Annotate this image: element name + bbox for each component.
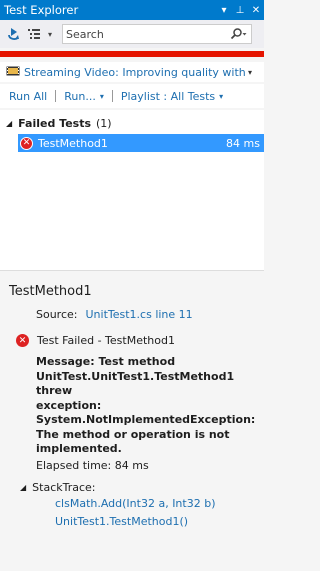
- group-title: Failed Tests: [18, 116, 92, 130]
- playlist-chevron-down-icon[interactable]: ▾: [219, 92, 223, 101]
- search-input[interactable]: [63, 25, 227, 43]
- stack-trace-header[interactable]: ◢ StackTrace:: [20, 481, 96, 494]
- window-title: Test Explorer: [4, 3, 79, 17]
- test-detail-pane: TestMethod1 Source: UnitTest1.cs line 11…: [0, 271, 264, 571]
- window-menu-dropdown-icon[interactable]: ▾: [216, 0, 232, 20]
- failed-icon: ✕: [16, 334, 29, 347]
- title-bar: Test Explorer ▾ ⊥ ✕: [0, 0, 264, 20]
- message-line: Message: Test method: [36, 355, 176, 368]
- stack-frame-link[interactable]: UnitTest1.TestMethod1(): [55, 515, 188, 528]
- run-all-link[interactable]: Run All: [9, 90, 47, 103]
- run-chevron-down-icon[interactable]: ▾: [100, 92, 104, 101]
- failed-tests-group[interactable]: ◢ Failed Tests (1): [0, 114, 264, 132]
- separator: [111, 90, 113, 102]
- message-line: System.NotImplementedException:: [36, 413, 256, 426]
- search-box: [62, 24, 252, 44]
- test-row[interactable]: ✕ TestMethod1 84 ms: [18, 134, 264, 152]
- message-line: The method or operation is not: [36, 427, 230, 441]
- stack-frame-link[interactable]: clsMath.Add(Int32 a, Int32 b): [55, 497, 216, 510]
- collapse-triangle-icon[interactable]: ◢: [20, 483, 26, 492]
- chevron-down-icon[interactable]: ▾: [248, 68, 252, 77]
- group-count: (1): [96, 116, 112, 130]
- test-duration: 84 ms: [226, 136, 260, 150]
- message-line: UnitTest.UnitTest1.TestMethod1 threw: [36, 369, 235, 398]
- group-by-dropdown-icon[interactable]: ▾: [44, 24, 56, 44]
- separator: [55, 90, 57, 102]
- test-status-bar: [0, 51, 264, 57]
- run-dropdown[interactable]: Run...: [64, 90, 96, 103]
- failed-icon: ✕: [20, 136, 33, 150]
- playlist-banner[interactable]: Streaming Video: Improving quality with …: [0, 62, 264, 82]
- toolbar: ▾: [0, 20, 264, 48]
- pin-icon[interactable]: ⊥: [232, 0, 248, 20]
- detail-source: Source: UnitTest1.cs line 11: [36, 308, 193, 321]
- message-line: implemented.: [36, 442, 122, 455]
- elapsed-time: Elapsed time: 84 ms: [36, 459, 149, 472]
- expand-triangle-icon[interactable]: ◢: [6, 119, 12, 128]
- video-icon: [6, 65, 20, 80]
- playlist-banner-link[interactable]: Streaming Video: Improving quality with …: [24, 66, 246, 79]
- message-line: exception:: [36, 398, 102, 412]
- group-by-icon[interactable]: [24, 24, 44, 44]
- status-text: Test Failed - TestMethod1: [37, 334, 175, 347]
- close-icon[interactable]: ✕: [248, 0, 264, 20]
- search-options-button[interactable]: [227, 25, 251, 43]
- source-link[interactable]: UnitTest1.cs line 11: [86, 308, 193, 321]
- run-tests-after-build-icon[interactable]: [4, 24, 24, 44]
- playlist-dropdown[interactable]: Playlist : All Tests: [121, 90, 215, 103]
- error-message: Message: Test method UnitTest.UnitTest1.…: [36, 355, 260, 457]
- test-list: ◢ Failed Tests (1) ✕ TestMethod1 84 ms: [0, 110, 264, 270]
- action-bar: Run All Run... ▾ Playlist : All Tests ▾: [0, 84, 264, 108]
- detail-title: TestMethod1: [9, 284, 92, 299]
- stack-trace-label: StackTrace:: [32, 481, 96, 494]
- source-label: Source:: [36, 308, 78, 321]
- test-name: TestMethod1: [38, 136, 108, 150]
- detail-status: ✕ Test Failed - TestMethod1: [16, 334, 175, 347]
- search-icon: [230, 28, 247, 40]
